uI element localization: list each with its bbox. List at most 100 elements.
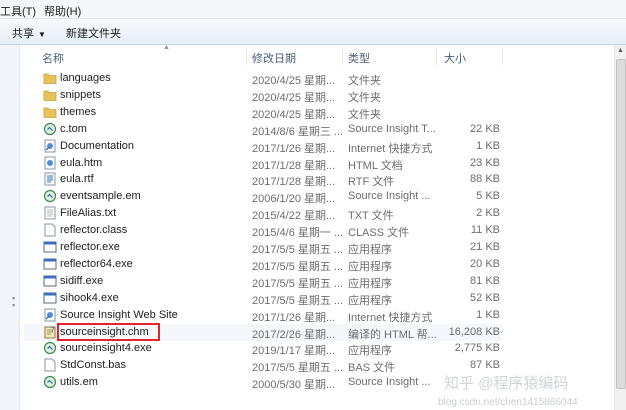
- file-date: 2017/1/26 星期...: [252, 311, 336, 324]
- column-divider[interactable]: [436, 47, 437, 65]
- file-name: snippets: [60, 88, 101, 101]
- file-date: 2017/1/28 星期...: [252, 176, 336, 189]
- source-insight-icon: [43, 341, 57, 355]
- file-name: sidiff.exe: [60, 274, 104, 287]
- file-type: 编译的 HTML 帮...: [348, 328, 437, 341]
- exe-icon: [43, 274, 57, 288]
- file-size: 11 KB: [470, 224, 500, 237]
- sort-ascending-icon: ▲: [163, 44, 170, 51]
- file-row[interactable]: reflector.class 2015/4/6 星期一 ... CLASS 文件 1…: [24, 222, 502, 239]
- exe-icon: [43, 257, 57, 271]
- file-date: 2020/4/25 星期...: [252, 75, 336, 87]
- file-row[interactable]: themes 2020/4/25 星期... 文件夹: [24, 104, 502, 121]
- vertical-scrollbar[interactable]: ▲: [614, 45, 626, 410]
- file-row[interactable]: Documentation 2017/1/26 星期... Internet 快捷方…: [24, 138, 502, 155]
- new-folder-button[interactable]: 新建文件夹: [66, 25, 121, 41]
- column-size[interactable]: 大小: [444, 50, 466, 66]
- file-size: 16,208 KB: [448, 325, 500, 338]
- column-date[interactable]: 修改日期: [252, 50, 296, 66]
- file-type: 文件夹: [348, 91, 381, 104]
- menu-help[interactable]: 帮助(H): [44, 3, 81, 19]
- file-name: eventsample.em: [60, 190, 141, 203]
- file-date: 2014/8/6 星期三 ...: [252, 125, 344, 138]
- chm-help-icon: ?: [43, 325, 57, 339]
- file-type: 应用程序: [348, 345, 392, 358]
- file-row[interactable]: reflector64.exe 2017/5/5 星期五 ... 应用程序 20 KB: [24, 256, 502, 273]
- file-row[interactable]: eula.htm 2017/1/28 星期... HTML 文档 23 KB: [24, 155, 502, 172]
- dropdown-arrow-icon: ▼: [38, 30, 46, 39]
- file-name: themes: [60, 105, 97, 118]
- file-date: 2000/5/30 星期...: [252, 379, 336, 392]
- file-size: 22 KB: [470, 122, 500, 135]
- file-type: Internet 快捷方式: [348, 142, 433, 155]
- file-name: reflector.class: [60, 224, 128, 237]
- folder-icon: [43, 71, 57, 85]
- scroll-up-icon[interactable]: ▲: [617, 47, 624, 54]
- file-size: 20 KB: [470, 257, 500, 270]
- navigation-pane[interactable]: ▪ ▪: [0, 45, 20, 410]
- file-type: CLASS 文件: [348, 227, 410, 240]
- file-row[interactable]: FileAlias.txt 2015/4/22 星期... TXT 文件 2 KB: [24, 205, 502, 222]
- file-row[interactable]: eventsample.em 2006/1/20 星期... Source Insi…: [24, 188, 502, 205]
- file-row[interactable]: eula.rtf 2017/1/28 星期... RTF 文件 88 KB: [24, 171, 502, 188]
- folder-icon: [43, 105, 57, 119]
- scroll-thumb[interactable]: [616, 59, 626, 389]
- file-type: BAS 文件: [348, 362, 396, 375]
- file-size: 5 KB: [476, 190, 500, 203]
- file-date: 2017/5/5 星期五 ...: [252, 260, 344, 273]
- file-name: sourceinsight4.exe: [60, 342, 152, 355]
- file-row[interactable]: sihook4.exe 2017/5/5 星期五 ... 应用程序 52 KB: [24, 290, 502, 307]
- column-divider[interactable]: [342, 47, 343, 65]
- file-type: RTF 文件: [348, 176, 395, 189]
- file-size: 23 KB: [470, 156, 500, 169]
- file-row[interactable]: sidiff.exe 2017/5/5 星期五 ... 应用程序 81 KB: [24, 273, 502, 290]
- html-doc-icon: [43, 156, 57, 170]
- column-divider[interactable]: [246, 47, 247, 65]
- file-row[interactable]: sourceinsight4.exe 2019/1/17 星期... 应用程序 2,7…: [24, 340, 502, 357]
- file-type: 应用程序: [348, 294, 392, 307]
- blank-file-icon: [43, 358, 57, 372]
- file-size: 21 KB: [470, 241, 500, 253]
- source-insight-icon: [43, 189, 57, 203]
- folder-icon: [43, 88, 57, 102]
- file-name: FileAlias.txt: [60, 207, 117, 220]
- source-insight-icon: [43, 122, 57, 136]
- file-row-selected[interactable]: ? sourceinsight.chm 2017/2/26 星期... 编译的 HTM…: [24, 322, 502, 341]
- splitter-grip-icon[interactable]: ▪ ▪: [12, 294, 15, 310]
- file-date: 2017/5/5 星期五 ...: [252, 362, 344, 375]
- file-date: 2015/4/22 星期...: [252, 210, 336, 223]
- file-type: HTML 文档: [348, 159, 403, 172]
- file-type: 应用程序: [348, 260, 392, 273]
- column-type[interactable]: 类型: [348, 50, 370, 66]
- file-row[interactable]: c.tom 2014/8/6 星期三 ... Source Insight T...…: [24, 121, 502, 138]
- share-button[interactable]: 共享 ▼: [12, 25, 46, 41]
- file-size: 1 KB: [476, 308, 500, 321]
- file-date: 2017/5/5 星期五 ...: [252, 244, 344, 256]
- column-name[interactable]: 名称: [42, 50, 64, 66]
- column-divider[interactable]: [502, 47, 503, 65]
- menu-tools[interactable]: 工具(T): [0, 3, 36, 19]
- file-date: 2015/4/6 星期一 ...: [252, 227, 344, 240]
- file-name: eula.htm: [60, 156, 103, 169]
- watermark-text: 知乎 @程序猿编码: [444, 375, 569, 392]
- file-row[interactable]: reflector.exe 2017/5/5 星期五 ... 应用程序 21 KB: [24, 239, 502, 256]
- file-date: 2017/2/26 星期...: [252, 328, 336, 341]
- file-row[interactable]: Source Insight Web Site 2017/1/26 星期... In…: [24, 307, 502, 324]
- file-type: Source Insight T...: [348, 122, 436, 135]
- file-row[interactable]: languages 2020/4/25 星期... 文件夹: [24, 70, 502, 87]
- file-type: Internet 快捷方式: [348, 311, 433, 324]
- blank-file-icon: [43, 223, 57, 237]
- exe-icon: [43, 240, 57, 254]
- file-name: sihook4.exe: [60, 291, 119, 304]
- toolbar: 共享 ▼ 新建文件夹: [0, 19, 626, 45]
- internet-shortcut-icon: [43, 139, 57, 153]
- file-name: Source Insight Web Site: [60, 308, 178, 321]
- file-row[interactable]: StdConst.bas 2017/5/5 星期五 ... BAS 文件 87 KB: [24, 357, 502, 374]
- file-size: 2 KB: [476, 207, 500, 220]
- file-date: 2017/1/26 星期...: [252, 142, 336, 155]
- file-row[interactable]: utils.em 2000/5/30 星期... Source Insight ..…: [24, 374, 502, 391]
- file-size: 52 KB: [470, 291, 500, 304]
- file-date: 2020/4/25 星期...: [252, 108, 336, 121]
- file-row[interactable]: snippets 2020/4/25 星期... 文件夹: [24, 87, 502, 104]
- menu-bar: 工具(T) 帮助(H): [0, 0, 626, 19]
